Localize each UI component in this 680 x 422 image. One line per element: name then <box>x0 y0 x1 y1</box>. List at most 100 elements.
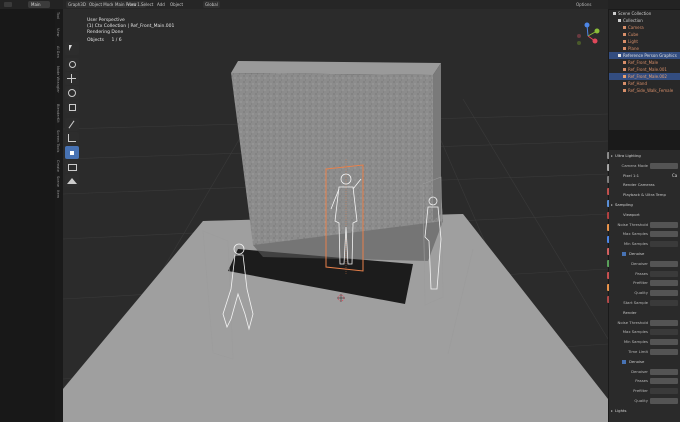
cube[interactable] <box>231 73 443 245</box>
tab-view[interactable]: View <box>52 28 60 37</box>
property-row[interactable]: ▸ Sampling <box>609 201 680 209</box>
tab-blenderkit[interactable]: BlenderKit <box>52 104 60 123</box>
transform-dropdown[interactable]: Global <box>203 1 220 8</box>
chevron-icon[interactable]: ▸ <box>611 201 613 209</box>
workspace-dropdown[interactable]: Main <box>28 1 50 8</box>
property-row[interactable]: Render Cameras <box>609 181 680 189</box>
outliner-item-icon <box>623 68 626 71</box>
chevron-icon[interactable]: ▸ <box>611 152 613 160</box>
property-field[interactable] <box>650 368 678 375</box>
camera-tool-icon[interactable] <box>65 160 79 173</box>
property-field[interactable] <box>650 162 678 169</box>
outliner-row[interactable]: Camera <box>609 24 680 31</box>
property-field[interactable] <box>650 378 678 385</box>
checkbox-label: Denoise <box>629 251 645 256</box>
select-menu[interactable]: Select <box>141 2 153 7</box>
property-field[interactable] <box>650 388 678 395</box>
property-label: Max Samples <box>622 231 648 237</box>
outliner-row[interactable]: Ref_Hand <box>609 80 680 87</box>
outliner-row[interactable]: Collection <box>609 17 680 24</box>
options-button[interactable]: Options <box>576 2 591 7</box>
outliner-item-icon <box>623 61 626 64</box>
tab-scene[interactable]: Scene <box>52 176 60 187</box>
property-field[interactable] <box>650 319 678 326</box>
outliner-row[interactable]: Reference Person Graphics <box>609 52 680 59</box>
property-label: Passes <box>635 270 648 276</box>
chevron-icon[interactable]: ▸ <box>611 407 613 415</box>
rotate-tool-icon[interactable] <box>65 86 79 99</box>
3d-viewport[interactable]: User Perspective (1) Ctx Collection | Re… <box>63 9 608 422</box>
property-row[interactable]: Playback & Ultra Temp <box>609 191 680 199</box>
outliner-row[interactable]: Cube <box>609 31 680 38</box>
properties-panel: ▸ Ultra Lighting Camera Mode Pixel 1:1 Rende… <box>609 150 680 422</box>
tab-screen-tools[interactable]: Screen Tools <box>52 130 60 152</box>
property-field[interactable] <box>650 339 678 346</box>
property-field[interactable] <box>650 221 678 228</box>
checkbox-label: Denoise <box>629 358 645 364</box>
outliner-row[interactable]: Light <box>609 38 680 45</box>
outliner-item-icon <box>613 12 616 15</box>
annotate-tool-icon[interactable] <box>65 118 79 131</box>
denoise-checkbox[interactable] <box>622 252 626 256</box>
outliner-row[interactable]: Ref_Side_Walk_Female <box>609 87 680 94</box>
outliner-item-label: Ref_Front_Male.002 <box>628 74 667 79</box>
property-row: Min Samples <box>609 240 680 248</box>
property-field[interactable] <box>650 231 678 238</box>
outliner-row[interactable]: Scene Collection <box>609 10 680 17</box>
property-row[interactable]: ▸ Lights <box>609 407 680 415</box>
view-menu[interactable]: View <box>127 2 137 7</box>
object-menu[interactable]: Object <box>170 2 183 7</box>
outliner-item-icon <box>623 40 626 43</box>
add-cube-tool-icon[interactable] <box>65 146 79 159</box>
property-field[interactable] <box>650 280 678 287</box>
property-row: Denoise <box>609 358 680 366</box>
denoise-checkbox[interactable] <box>622 359 626 364</box>
mode-dropdown[interactable]: Object Mode <box>87 1 117 8</box>
select-tool-icon[interactable] <box>65 42 79 55</box>
tab-tool[interactable]: Tool <box>52 12 60 19</box>
outliner-panel: Scene Collection Collection Camera Cube Ligh… <box>609 10 680 130</box>
tab-ai-gen[interactable]: AI Gen <box>52 46 60 58</box>
terrain-tool-icon[interactable] <box>65 174 79 187</box>
outliner-item-icon <box>623 33 626 36</box>
property-field[interactable] <box>650 270 678 277</box>
camera-value[interactable]: Ca <box>672 173 677 178</box>
outliner-row[interactable]: Ref_Front_Male <box>609 59 680 66</box>
property-row[interactable]: Viewport <box>609 211 680 219</box>
property-label: Time Limit <box>628 349 648 354</box>
outliner-item-icon <box>618 54 621 57</box>
move-tool-icon[interactable] <box>65 72 79 85</box>
navigation-gizmo[interactable] <box>573 21 603 51</box>
property-row[interactable]: ▸ Ultra Lighting <box>609 152 680 160</box>
property-row: Prefilter <box>609 279 680 287</box>
property-field[interactable] <box>650 290 678 297</box>
property-label: Prefilter <box>633 388 648 394</box>
cursor-tool-icon[interactable] <box>65 58 79 71</box>
property-field[interactable] <box>650 300 678 306</box>
property-field[interactable] <box>650 329 678 336</box>
property-field[interactable] <box>650 260 678 267</box>
outliner-item-icon <box>623 26 626 29</box>
property-row: Noise Threshold <box>609 319 680 327</box>
tab-node-wrangler[interactable]: Node Wrangler <box>52 66 60 93</box>
outliner-row[interactable]: Plane <box>609 45 680 52</box>
editor-type-button[interactable]: Graph3D <box>66 1 88 8</box>
property-field[interactable] <box>650 349 678 355</box>
measure-tool-icon[interactable] <box>65 132 79 145</box>
blender-logo-icon[interactable] <box>4 2 12 7</box>
scale-tool-icon[interactable] <box>65 100 79 113</box>
property-row: Max Samples <box>609 230 680 238</box>
property-field[interactable] <box>650 398 678 404</box>
outliner-row[interactable]: Ref_Front_Male.002 <box>609 73 680 80</box>
outliner-row[interactable]: Ref_Front_Male.001 <box>609 66 680 73</box>
property-row[interactable]: Render <box>609 309 680 317</box>
outliner-item-label: Camera <box>628 25 644 30</box>
outliner-item-icon <box>623 82 626 85</box>
outliner-item-label: Ref_Front_Male.001 <box>628 67 667 72</box>
property-row[interactable]: Pixel 1:1 <box>609 172 680 180</box>
outliner-item-label: Ref_Hand <box>628 81 648 86</box>
tab-item[interactable]: Item <box>52 190 60 198</box>
property-field[interactable] <box>650 241 678 248</box>
tab-create[interactable]: Create <box>52 160 60 172</box>
add-menu[interactable]: Add <box>157 2 165 7</box>
